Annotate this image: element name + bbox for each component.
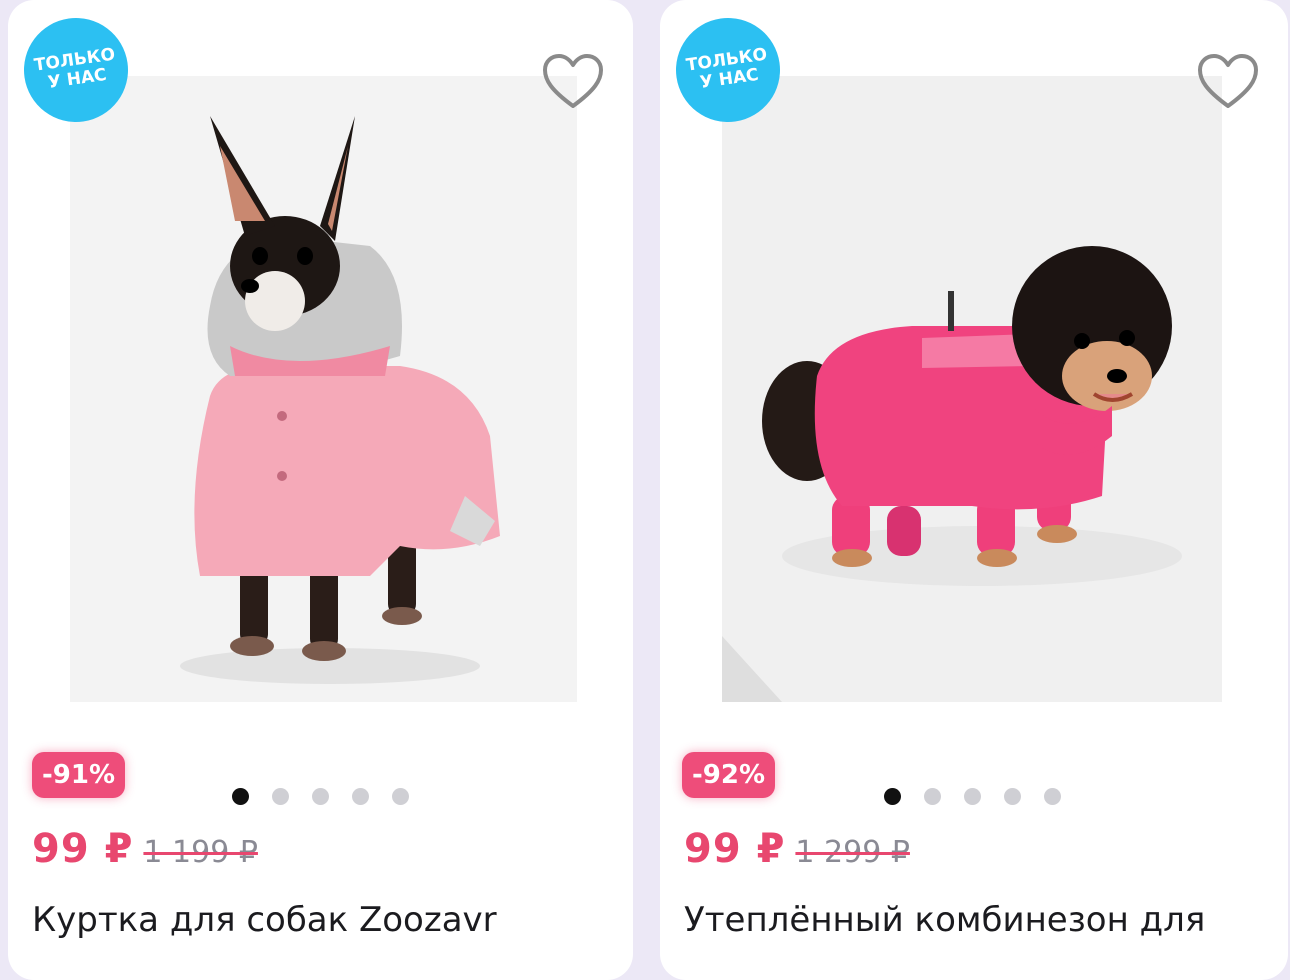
product-title[interactable]: Утеплённый комбинезон для (684, 900, 1278, 940)
exclusive-badge-text: ТОЛЬКО У НАС (32, 44, 117, 93)
heart-outline-icon[interactable] (541, 52, 605, 112)
carousel-dot[interactable] (272, 788, 289, 805)
carousel-dot[interactable] (924, 788, 941, 805)
carousel-dot[interactable] (884, 788, 901, 805)
carousel-dot[interactable] (232, 788, 249, 805)
product-image-pomeranian-pink-overalls[interactable] (722, 76, 1222, 702)
discount-badge: -92% (682, 752, 776, 798)
price-row: 99 ₽ 1 299 ₽ (684, 826, 910, 872)
product-image-chihuahua-pink-jacket[interactable] (70, 76, 577, 702)
price-row: 99 ₽ 1 199 ₽ (32, 826, 258, 872)
carousel-dot[interactable] (392, 788, 409, 805)
carousel-dot[interactable] (1004, 788, 1021, 805)
product-card[interactable]: ТОЛЬКО У НАС -92% 99 ₽ 1 299 ₽ Утеплённы… (660, 0, 1288, 980)
product-title[interactable]: Куртка для собак Zoozavr (32, 900, 623, 940)
discount-badge: -91% (32, 752, 126, 798)
image-carousel-dots[interactable] (232, 788, 409, 805)
carousel-dot[interactable] (352, 788, 369, 805)
carousel-dot[interactable] (1044, 788, 1061, 805)
old-price: 1 199 ₽ (143, 835, 258, 870)
carousel-dot[interactable] (964, 788, 981, 805)
carousel-dot[interactable] (312, 788, 329, 805)
product-card[interactable]: ТОЛЬКО У НАС -91% 99 ₽ 1 199 ₽ Куртка дл… (8, 0, 633, 980)
current-price: 99 ₽ (684, 826, 786, 872)
current-price: 99 ₽ (32, 826, 134, 872)
old-price: 1 299 ₽ (795, 835, 910, 870)
exclusive-badge-text: ТОЛЬКО У НАС (684, 44, 769, 93)
image-carousel-dots[interactable] (884, 788, 1061, 805)
heart-outline-icon[interactable] (1196, 52, 1260, 112)
